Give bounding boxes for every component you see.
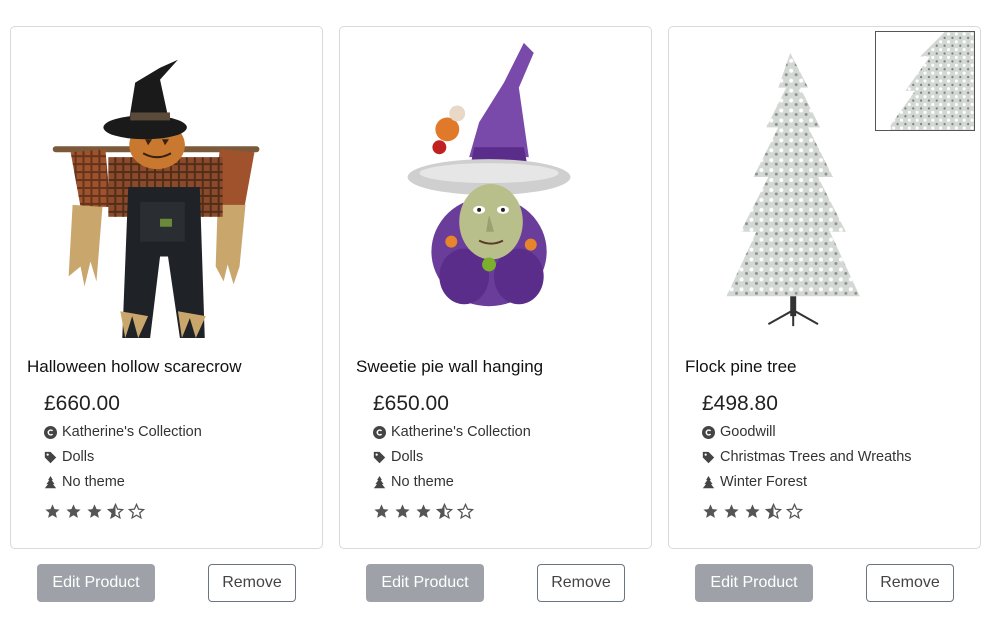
product-card[interactable]: Sweetie pie wall hanging £650.00 Katheri… [339, 26, 652, 549]
brand-label: Katherine's Collection [391, 424, 531, 440]
product-actions: Edit Product Remove [339, 549, 652, 609]
brand-row: Katherine's Collection [44, 424, 202, 440]
product-card[interactable]: Halloween hollow scarecrow £660.00 Kathe… [10, 26, 323, 549]
remove-button[interactable]: Remove [537, 564, 625, 602]
category-label: Christmas Trees and Wreaths [720, 449, 912, 465]
product-title[interactable]: Halloween hollow scarecrow [27, 357, 241, 377]
star-full-icon [66, 504, 81, 518]
brand-row: Goodwill [702, 424, 776, 440]
star-empty-icon [128, 503, 145, 520]
star-rating [373, 503, 474, 520]
brand-row: Katherine's Collection [373, 424, 531, 440]
category-label: Dolls [391, 449, 424, 465]
category-row: Dolls [44, 449, 94, 465]
category-label: Dolls [62, 449, 95, 465]
star-rating [44, 503, 145, 520]
edit-product-button[interactable]: Edit Product [37, 564, 155, 602]
product-title[interactable]: Sweetie pie wall hanging [356, 357, 543, 377]
scarecrow-image [11, 27, 322, 345]
category-row: Dolls [373, 449, 423, 465]
star-full-icon [374, 504, 389, 518]
star-full-icon [395, 504, 410, 518]
category-row: Christmas Trees and Wreaths [702, 449, 912, 465]
star-full-icon [724, 504, 739, 518]
theme-label: No theme [391, 474, 454, 490]
tree-icon [373, 475, 386, 488]
product-column: Sweetie pie wall hanging £650.00 Katheri… [339, 26, 652, 609]
tree-icon [702, 475, 715, 488]
copyright-icon [702, 425, 715, 439]
product-price: £660.00 [44, 392, 120, 415]
brand-label: Katherine's Collection [62, 424, 202, 440]
star-full-icon [416, 504, 431, 518]
star-rating [702, 503, 803, 520]
star-half-icon [765, 503, 782, 520]
product-price: £650.00 [373, 392, 449, 415]
product-actions: Edit Product Remove [668, 549, 981, 609]
product-actions: Edit Product Remove [10, 549, 323, 609]
thumbnail-image[interactable] [875, 31, 975, 131]
star-full-icon [745, 504, 760, 518]
theme-row: No theme [44, 474, 125, 490]
witch-image [340, 27, 651, 345]
star-full-icon [87, 504, 102, 518]
copyright-icon [373, 425, 386, 439]
star-empty-icon [786, 503, 803, 520]
brand-label: Goodwill [720, 424, 776, 440]
product-column: Halloween hollow scarecrow £660.00 Kathe… [10, 26, 323, 609]
edit-product-button[interactable]: Edit Product [366, 564, 484, 602]
star-full-icon [45, 504, 60, 518]
product-title[interactable]: Flock pine tree [685, 357, 797, 377]
tag-icon [44, 451, 57, 463]
star-half-icon [107, 503, 124, 520]
tag-icon [702, 451, 715, 463]
product-price: £498.80 [702, 392, 778, 415]
remove-button[interactable]: Remove [866, 564, 954, 602]
theme-row: Winter Forest [702, 474, 807, 490]
star-half-icon [436, 503, 453, 520]
theme-row: No theme [373, 474, 454, 490]
tree-icon [44, 475, 57, 488]
copyright-icon [44, 425, 57, 439]
tag-icon [373, 451, 386, 463]
theme-label: Winter Forest [720, 474, 808, 490]
remove-button[interactable]: Remove [208, 564, 296, 602]
product-card[interactable]: Flock pine tree £498.80 Goodwill Christm… [668, 26, 981, 549]
star-full-icon [703, 504, 718, 518]
edit-product-button[interactable]: Edit Product [695, 564, 813, 602]
theme-label: No theme [62, 474, 125, 490]
star-empty-icon [457, 503, 474, 520]
product-column: Flock pine tree £498.80 Goodwill Christm… [668, 26, 981, 609]
